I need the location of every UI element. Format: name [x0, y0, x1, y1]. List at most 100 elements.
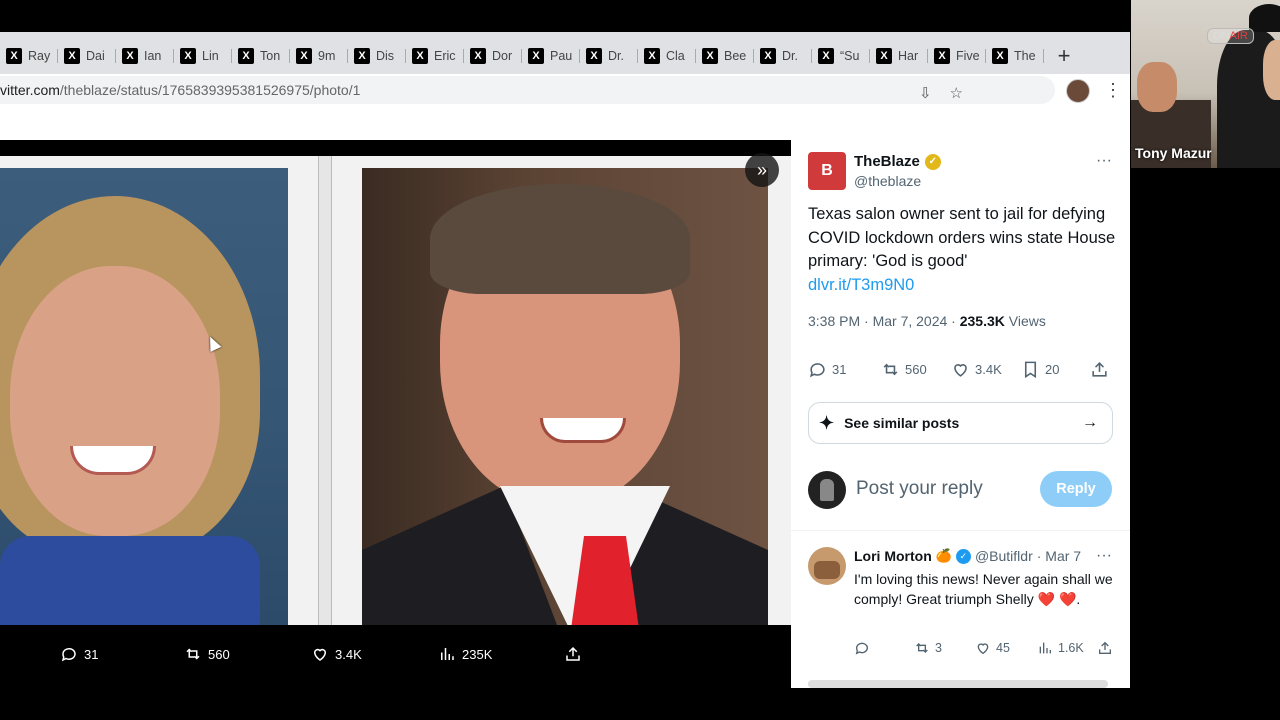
bookmark-stat[interactable]: 20 [1021, 360, 1059, 379]
share-icon [1092, 362, 1107, 377]
heart-icon [977, 643, 989, 655]
tab[interactable]: X Bee [696, 41, 754, 71]
reply-date[interactable]: · Mar 7 [1037, 548, 1081, 564]
tab-title: 9m [318, 49, 336, 63]
tab[interactable]: X Five [928, 41, 986, 71]
new-tab-button[interactable]: + [1050, 42, 1078, 70]
tab[interactable]: X Lin [174, 41, 232, 71]
install-app-icon[interactable]: ⇩ [919, 84, 932, 102]
reply-views-count: 1.6K [1058, 641, 1084, 655]
bookmark-star-icon[interactable]: ☆ [950, 84, 963, 102]
profile-avatar[interactable] [1066, 79, 1090, 103]
reply-author-handle[interactable]: @Butifldr [975, 548, 1033, 564]
photo-divider [318, 156, 332, 625]
tab[interactable]: X Har [870, 41, 928, 71]
repost-stat[interactable]: 560 [881, 360, 927, 379]
repost-count: 560 [208, 646, 230, 662]
x-logo-icon: X [818, 48, 834, 64]
browser-menu-icon[interactable]: ⋮ [1104, 80, 1122, 101]
share-icon [566, 646, 580, 661]
reply-repost-stat[interactable]: 3 [914, 640, 942, 656]
reply-more-icon[interactable]: ··· [1096, 547, 1112, 565]
views-button[interactable]: 235K [438, 645, 492, 663]
reply-like-stat[interactable]: 45 [975, 640, 1010, 656]
reply-icon [809, 363, 825, 378]
author-name: TheBlaze [854, 153, 920, 170]
next-reply-preview [808, 680, 1108, 688]
tweet-link[interactable]: dlvr.it/T3m9N0 [808, 274, 1123, 298]
url-path: /theblaze/status/1765839395381526975/pho… [59, 82, 361, 98]
reply-input[interactable]: Post your reply [856, 478, 983, 500]
x-logo-icon: X [354, 48, 370, 64]
see-similar-label: See similar posts [844, 415, 960, 431]
webcam-hand [1137, 62, 1177, 112]
reply-like-count: 45 [996, 641, 1010, 655]
tweet-stats: 31 560 3.4K 20 [808, 360, 1113, 382]
tab-title: Ray [28, 49, 51, 63]
double-chevron-right-icon: » [756, 159, 767, 180]
tab-title: Five [956, 49, 980, 63]
reply-views-stat[interactable]: 1.6K [1037, 640, 1084, 656]
see-similar-posts-button[interactable]: ✦ See similar posts → [808, 402, 1113, 444]
on-air-sign-on: ON [1213, 30, 1230, 42]
tab-title: “Su [840, 49, 860, 63]
tab[interactable]: X “Su [812, 41, 870, 71]
photo-action-bar: 31 560 3.4K 235K [0, 625, 791, 688]
x-logo-icon: X [412, 48, 428, 64]
tab[interactable]: X Eric [406, 41, 464, 71]
reply-header: Lori Morton 🍊 ✓ @Butifldr · Mar 7 [854, 548, 1081, 564]
tab-title: Dis [376, 49, 395, 63]
orange-emoji-icon: 🍊 [935, 548, 952, 563]
repost-button[interactable]: 560 [184, 645, 230, 663]
reply-stat[interactable]: 31 [808, 360, 846, 379]
repost-icon [186, 648, 200, 660]
tab[interactable]: X Pau [522, 41, 580, 71]
webcam-overlay: ONAIR Tony Mazur [1131, 0, 1280, 168]
tweet-photo[interactable] [0, 156, 791, 625]
url-domain: vitter.com [0, 82, 60, 98]
next-photo-button[interactable]: » [745, 153, 779, 187]
tab[interactable]: X Ian [116, 41, 174, 71]
tabs-row: X Ray X Dai X Ian X Lin X Ton X 9m X Dis X Eric … [0, 38, 1130, 74]
reply-reply-stat[interactable] [854, 640, 870, 656]
tab[interactable]: X Ton [232, 41, 290, 71]
tab-title: Dai [86, 49, 105, 63]
tab[interactable]: X Cla [638, 41, 696, 71]
reply-author-avatar[interactable] [808, 547, 846, 585]
more-options-icon[interactable]: ··· [1096, 152, 1112, 170]
reply-button[interactable]: 31 [60, 645, 98, 663]
tab[interactable]: X Dai [58, 41, 116, 71]
theblaze-avatar[interactable]: B [808, 152, 846, 190]
reply-count: 31 [84, 646, 99, 662]
reply-author-name[interactable]: Lori Morton [854, 548, 932, 564]
like-stat[interactable]: 3.4K [951, 360, 1002, 379]
author-name-row[interactable]: TheBlaze ✓ [854, 153, 941, 170]
x-logo-icon: X [934, 48, 950, 64]
divider [791, 530, 1130, 531]
repost-icon [916, 643, 928, 653]
tab[interactable]: X Dr. [754, 41, 812, 71]
tab[interactable]: X Dor [464, 41, 522, 71]
tab-title: Har [898, 49, 919, 63]
tab[interactable]: X Dis [348, 41, 406, 71]
x-logo-icon: X [122, 48, 138, 64]
reply-text-end: . [1076, 591, 1081, 607]
author-handle[interactable]: @theblaze [854, 173, 921, 189]
gold-verified-icon: ✓ [924, 153, 941, 170]
tab-active[interactable]: X The [986, 41, 1044, 71]
tab[interactable]: X Ray [0, 41, 58, 71]
tweet-views-count: 235.3K [959, 313, 1005, 329]
reply-submit-button[interactable]: Reply [1040, 471, 1112, 507]
tab-title: Cla [666, 49, 685, 63]
heart-icon [954, 364, 967, 377]
like-button[interactable]: 3.4K [311, 645, 362, 663]
bookmark-count: 20 [1045, 362, 1060, 377]
tweet-timestamp[interactable]: 3:38 PM · Mar 7, 2024 · [808, 313, 960, 329]
share-stat[interactable] [1090, 360, 1109, 379]
url-field[interactable]: vitter.com/theblaze/status/1765839395381… [0, 76, 1055, 104]
share-button[interactable] [564, 645, 582, 663]
tab-title: Ton [260, 49, 281, 63]
tab[interactable]: X Dr. [580, 41, 638, 71]
reply-share-stat[interactable] [1097, 640, 1113, 656]
tab[interactable]: X 9m [290, 41, 348, 71]
